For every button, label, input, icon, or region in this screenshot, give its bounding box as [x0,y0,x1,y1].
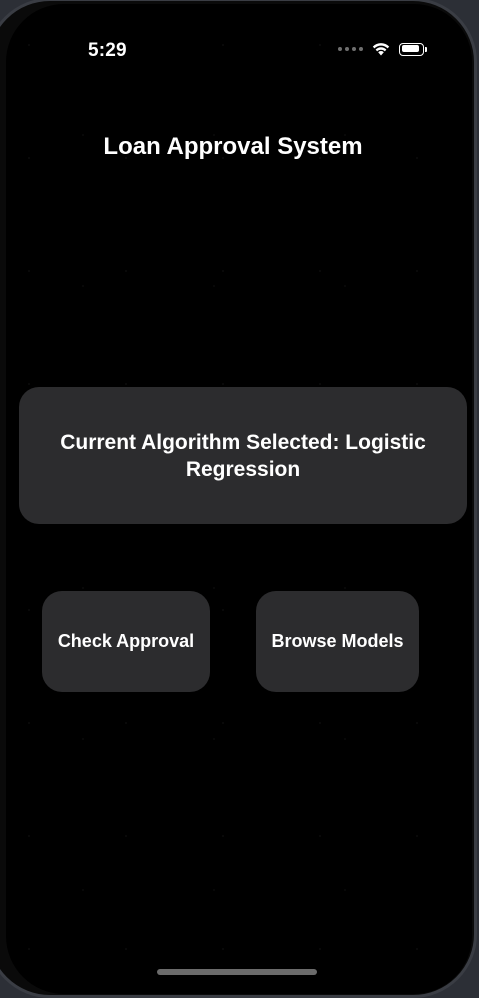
wifi-icon [372,43,390,56]
device-backdrop: 5:29 Loan Approval System Current Algori… [0,0,479,998]
page-title: Loan Approval System [103,133,363,160]
battery-level [401,45,419,52]
browse-models-button[interactable]: Browse Models [256,591,419,692]
check-approval-button[interactable]: Check Approval [42,591,210,692]
status-icons [338,42,427,56]
status-time: 5:29 [88,40,127,61]
algorithm-label: Current Algorithm Selected: Logistic Reg… [60,430,426,481]
status-bar: 5:29 [6,4,472,64]
cellular-dots-icon [338,47,363,51]
app-screen: 5:29 Loan Approval System Current Algori… [6,4,472,994]
home-indicator[interactable] [157,969,317,975]
battery-icon [399,42,427,56]
algorithm-card: Current Algorithm Selected: Logistic Reg… [19,387,467,524]
